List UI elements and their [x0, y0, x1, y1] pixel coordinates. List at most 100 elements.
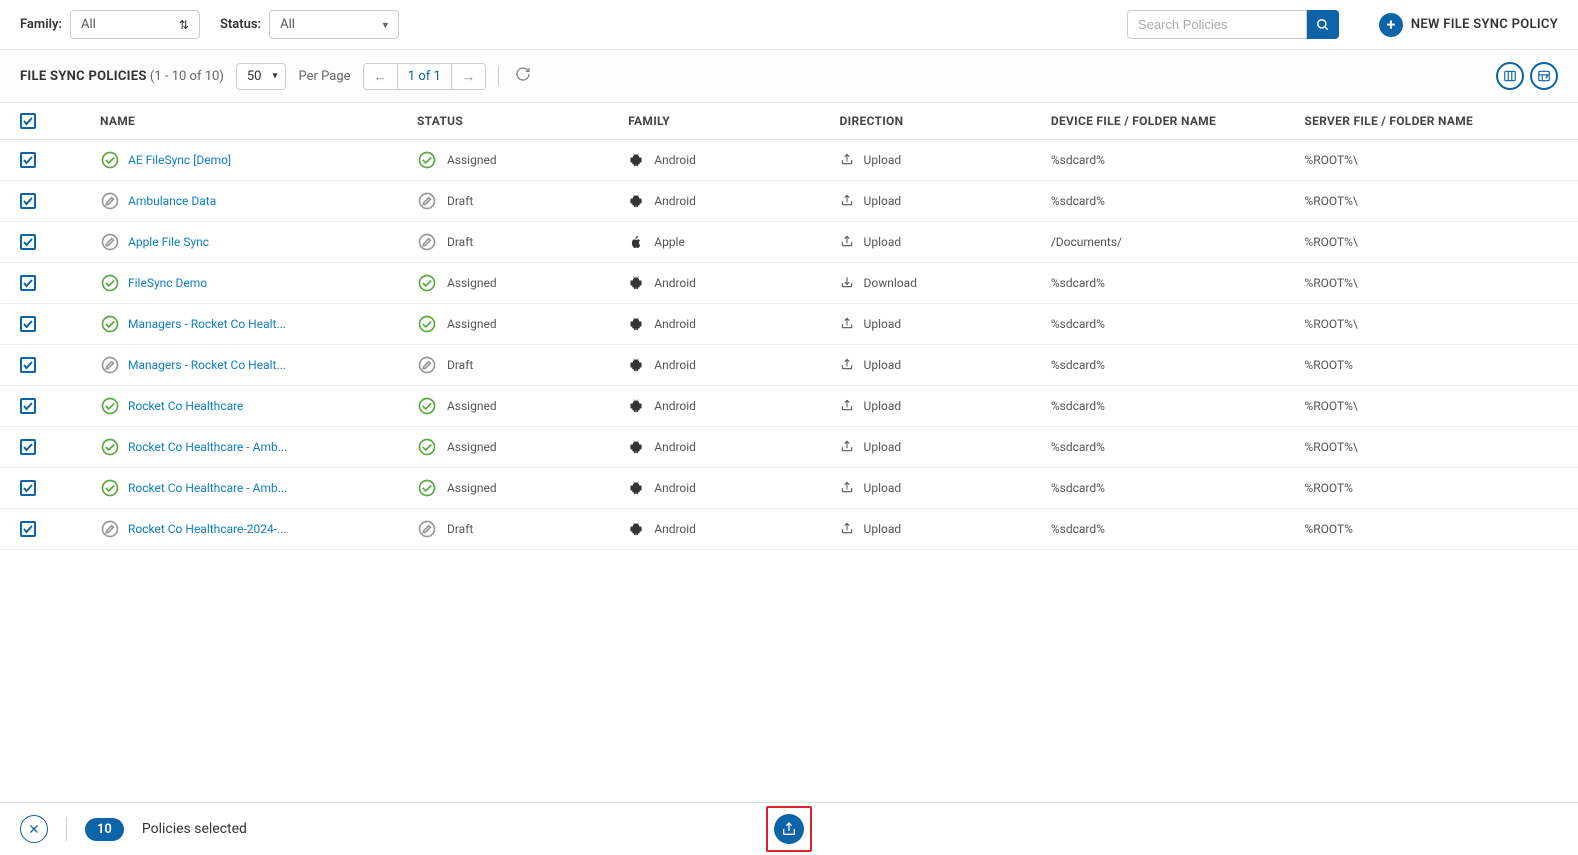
row-checkbox[interactable]: [20, 357, 36, 373]
upload-icon: [840, 439, 854, 456]
policies-table: NAME STATUS FAMILY DIRECTION DEVICE FILE…: [0, 103, 1578, 550]
family-filter-group: Family: All ⇅: [20, 10, 200, 39]
row-checkbox[interactable]: [20, 316, 36, 332]
plus-icon: +: [1379, 13, 1403, 37]
policy-name-link[interactable]: Managers - Rocket Co Healt...: [128, 358, 286, 372]
draft-icon: [417, 519, 437, 539]
assigned-icon: [100, 478, 120, 498]
family-filter-value: All: [81, 17, 96, 32]
server-path: %ROOT%: [1304, 358, 1558, 372]
policy-name-link[interactable]: Managers - Rocket Co Healt...: [128, 317, 286, 331]
upload-icon: [840, 357, 854, 374]
assigned-icon: [100, 437, 120, 457]
row-checkbox[interactable]: [20, 275, 36, 291]
share-icon: [781, 821, 797, 837]
android-icon: [628, 480, 644, 496]
android-icon: [628, 398, 644, 414]
family-text: Apple: [654, 235, 685, 249]
col-name[interactable]: NAME: [100, 114, 417, 128]
refresh-icon: [515, 66, 531, 82]
family-text: Android: [654, 153, 696, 167]
policy-name-link[interactable]: AE FileSync [Demo]: [128, 153, 231, 167]
android-icon: [628, 152, 644, 168]
status-text: Draft: [447, 194, 473, 208]
direction-text: Upload: [864, 153, 902, 167]
search-button[interactable]: [1307, 10, 1339, 39]
export-toolbar-button[interactable]: [1530, 62, 1558, 90]
table-body: AE FileSync [Demo] Assigned Android Upload%…: [0, 140, 1578, 550]
server-path: %ROOT%\: [1304, 276, 1558, 290]
device-path: %sdcard%: [1051, 399, 1305, 413]
per-page-select[interactable]: 50 ▾: [236, 63, 287, 90]
assigned-icon: [417, 314, 437, 334]
col-status[interactable]: STATUS: [417, 114, 628, 128]
policy-name-link[interactable]: Rocket Co Healthcare: [128, 399, 243, 413]
table-row: Managers - Rocket Co Healt...AssignedAnd…: [0, 304, 1578, 345]
table-row: Apple File SyncDraftAppleUpload/Document…: [0, 222, 1578, 263]
row-checkbox[interactable]: [20, 521, 36, 537]
per-page-value: 50: [247, 69, 262, 84]
row-checkbox[interactable]: [20, 480, 36, 496]
upload-icon: [840, 193, 854, 210]
status-filter-value: All: [280, 17, 295, 32]
direction-text: Upload: [864, 399, 902, 413]
new-policy-button[interactable]: + NEW FILE SYNC POLICY: [1379, 13, 1558, 37]
status-text: Assigned: [447, 317, 497, 331]
page-title: FILE SYNC POLICIES (1 - 10 of 10): [20, 69, 224, 84]
android-icon: [628, 439, 644, 455]
server-path: %ROOT%\: [1304, 194, 1558, 208]
columns-button[interactable]: [1496, 62, 1524, 90]
device-path: %sdcard%: [1051, 481, 1305, 495]
row-checkbox[interactable]: [20, 439, 36, 455]
table-row: Rocket Co HealthcareAssignedAndroidUploa…: [0, 386, 1578, 427]
policy-name-link[interactable]: Rocket Co Healthcare - Amb...: [128, 481, 287, 495]
status-filter-select[interactable]: All ▾: [269, 10, 399, 39]
device-path: %sdcard%: [1051, 153, 1305, 167]
apple-icon: [628, 234, 644, 250]
close-icon: [28, 823, 40, 835]
policy-name-link[interactable]: Ambulance Data: [128, 194, 216, 208]
row-checkbox[interactable]: [20, 234, 36, 250]
selection-count: 10: [85, 818, 124, 841]
device-path: %sdcard%: [1051, 276, 1305, 290]
device-path: %sdcard%: [1051, 194, 1305, 208]
direction-text: Upload: [864, 522, 902, 536]
row-checkbox[interactable]: [20, 398, 36, 414]
assigned-icon: [417, 273, 437, 293]
draft-icon: [100, 355, 120, 375]
policy-name-link[interactable]: Rocket Co Healthcare-2024-...: [128, 522, 287, 536]
clear-selection-button[interactable]: [20, 815, 48, 843]
policy-name-link[interactable]: Rocket Co Healthcare - Amb...: [128, 440, 287, 454]
assigned-icon: [100, 273, 120, 293]
col-direction[interactable]: DIRECTION: [840, 114, 1051, 128]
refresh-button[interactable]: [511, 62, 535, 90]
android-icon: [628, 193, 644, 209]
policy-name-link[interactable]: Apple File Sync: [128, 235, 209, 249]
export-selection-button[interactable]: [774, 814, 804, 844]
family-filter-select[interactable]: All ⇅: [70, 10, 200, 39]
prev-page-button[interactable]: ←: [364, 64, 398, 89]
toolbar: FILE SYNC POLICIES (1 - 10 of 10) 50 ▾ P…: [0, 50, 1578, 103]
row-checkbox[interactable]: [20, 193, 36, 209]
next-page-button[interactable]: →: [452, 64, 485, 89]
col-device[interactable]: DEVICE FILE / FOLDER NAME: [1051, 114, 1305, 128]
search-group: [1127, 10, 1339, 39]
search-input[interactable]: [1127, 10, 1307, 39]
select-all-checkbox[interactable]: [20, 113, 36, 129]
server-path: %ROOT%\: [1304, 153, 1558, 167]
draft-icon: [100, 191, 120, 211]
table-row: Ambulance DataDraftAndroidUpload%sdcard%…: [0, 181, 1578, 222]
row-checkbox[interactable]: [20, 152, 36, 168]
draft-icon: [417, 232, 437, 252]
direction-text: Upload: [864, 358, 902, 372]
col-server[interactable]: SERVER FILE / FOLDER NAME: [1304, 114, 1558, 128]
upload-icon: [840, 398, 854, 415]
family-text: Android: [654, 522, 696, 536]
selection-bar: 10 Policies selected: [0, 802, 1578, 855]
direction-text: Upload: [864, 440, 902, 454]
policy-name-link[interactable]: FileSync Demo: [128, 276, 207, 290]
upload-icon: [840, 234, 854, 251]
col-family[interactable]: FAMILY: [628, 114, 839, 128]
android-icon: [628, 316, 644, 332]
status-text: Draft: [447, 522, 473, 536]
